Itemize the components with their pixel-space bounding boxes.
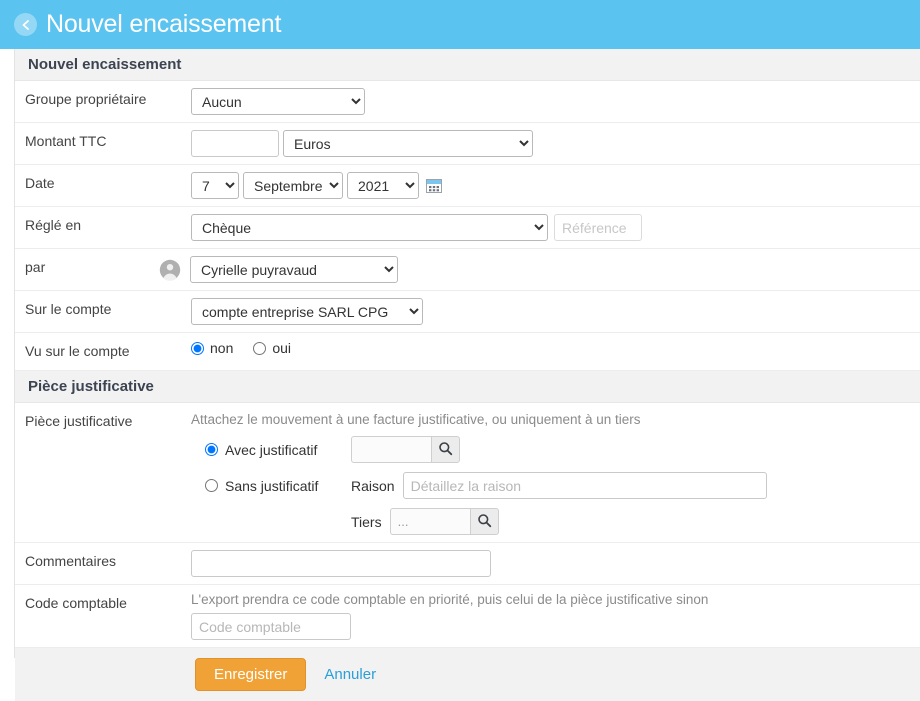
field-date: 7 Septembre 2021 [191,165,920,206]
field-vu-sur-le-compte: non oui [191,333,920,363]
form-footer: Enregistrer Annuler [15,648,920,701]
save-button[interactable]: Enregistrer [195,658,307,691]
radio-input-vu-non[interactable] [191,341,204,355]
field-par: Cyrielle puyravaud [159,249,920,290]
row-regle-en: Réglé en Chèque [15,207,920,249]
form-panel: Nouvel encaissement Groupe propriétaire … [14,49,920,701]
row-montant-ttc: Montant TTC Euros [15,123,920,165]
calendar-icon[interactable] [426,178,442,194]
form-container: Nouvel encaissement Groupe propriétaire … [0,49,920,701]
field-regle-en: Chèque [191,207,920,248]
raison-group: Raison [351,472,767,499]
input-montant-ttc[interactable] [191,130,279,157]
row-code-comptable: Code comptable L'export prendra ce code … [15,585,920,648]
field-code-comptable: L'export prendra ce code comptable en pr… [191,585,920,647]
label-commentaires: Commentaires [25,553,117,569]
select-date-year[interactable]: 2021 [347,172,419,199]
input-code-comptable[interactable] [191,613,351,640]
radio-sans-justificatif[interactable]: Sans justificatif [205,478,351,494]
app-header: Nouvel encaissement [0,0,920,49]
user-avatar-icon [159,259,181,281]
select-regle-en[interactable]: Chèque [191,214,548,241]
row-piece-justificative: Pièce justificative Attachez le mouvemen… [15,403,920,543]
input-commentaires[interactable] [191,550,491,577]
search-icon [477,513,492,531]
search-button-avec-justificatif[interactable] [431,436,460,463]
select-date-month[interactable]: Septembre [243,172,343,199]
field-sur-le-compte: compte entreprise SARL CPG [191,291,920,332]
input-raison[interactable] [402,472,767,499]
select-sur-le-compte[interactable]: compte entreprise SARL CPG [191,298,423,325]
label-regle-en: Réglé en [25,217,82,233]
hint-piece-justificative: Attachez le mouvement à une facture just… [191,412,641,427]
field-montant-ttc: Euros [191,123,920,164]
label-code-comptable: Code comptable [25,595,127,611]
input-avec-justificatif[interactable] [351,436,431,463]
label-date: Date [25,175,55,191]
section-header-piece-justificative: Pièce justificative [15,371,920,403]
field-commentaires [191,543,920,584]
radio-input-sans-justificatif[interactable] [205,479,218,492]
search-button-tiers[interactable] [469,508,499,535]
radio-input-avec-justificatif[interactable] [205,443,218,456]
search-icon [438,441,453,459]
page-title: Nouvel encaissement [46,10,282,38]
radio-vu-oui[interactable]: oui [253,340,291,356]
row-par: par Cyrielle puyravaud [15,249,920,291]
field-groupe-proprietaire: Aucun [191,81,920,122]
radio-label-vu-non: non [210,340,234,356]
row-commentaires: Commentaires [15,543,920,585]
cancel-link[interactable]: Annuler [324,666,376,683]
back-arrow-icon [19,18,33,32]
input-tiers[interactable]: ... [389,508,470,535]
section-header-main: Nouvel encaissement [15,49,920,81]
line-sans-justificatif: Sans justificatif Raison [191,472,920,499]
select-par[interactable]: Cyrielle puyravaud [190,256,398,283]
label-sur-le-compte: Sur le compte [25,301,112,317]
hint-code-comptable: L'export prendra ce code comptable en pr… [191,592,709,607]
select-devise[interactable]: Euros [283,130,533,157]
radio-label-avec-justificatif: Avec justificatif [225,441,318,458]
input-group-tiers: ... [389,508,499,535]
field-piece-justificative: Attachez le mouvement à une facture just… [191,403,920,542]
select-date-day[interactable]: 7 [191,172,239,199]
radio-label-vu-oui: oui [272,340,292,356]
back-button[interactable] [14,13,37,36]
label-vu-sur-le-compte: Vu sur le compte [25,343,130,359]
row-groupe-proprietaire: Groupe propriétaire Aucun [15,81,920,123]
select-groupe-proprietaire[interactable]: Aucun [191,88,365,115]
radio-vu-non[interactable]: non [191,340,233,356]
input-group-avec-justificatif [351,436,460,463]
label-raison: Raison [351,477,395,494]
row-vu-sur-le-compte: Vu sur le compte non oui [15,333,920,371]
radio-input-vu-oui[interactable] [253,341,267,355]
input-reference[interactable] [554,214,642,241]
radio-avec-justificatif[interactable]: Avec justificatif [205,442,351,458]
label-piece-justificative: Pièce justificative [25,413,133,429]
line-avec-justificatif: Avec justificatif [191,436,920,463]
row-date: Date 7 Septembre 2021 [15,165,920,207]
radio-label-sans-justificatif: Sans justificatif [225,477,319,494]
label-tiers: Tiers [351,513,382,530]
label-montant-ttc: Montant TTC [25,133,107,149]
row-sur-le-compte: Sur le compte compte entreprise SARL CPG [15,291,920,333]
label-groupe-proprietaire: Groupe propriétaire [25,91,147,107]
line-tiers: Tiers ... [191,508,920,535]
